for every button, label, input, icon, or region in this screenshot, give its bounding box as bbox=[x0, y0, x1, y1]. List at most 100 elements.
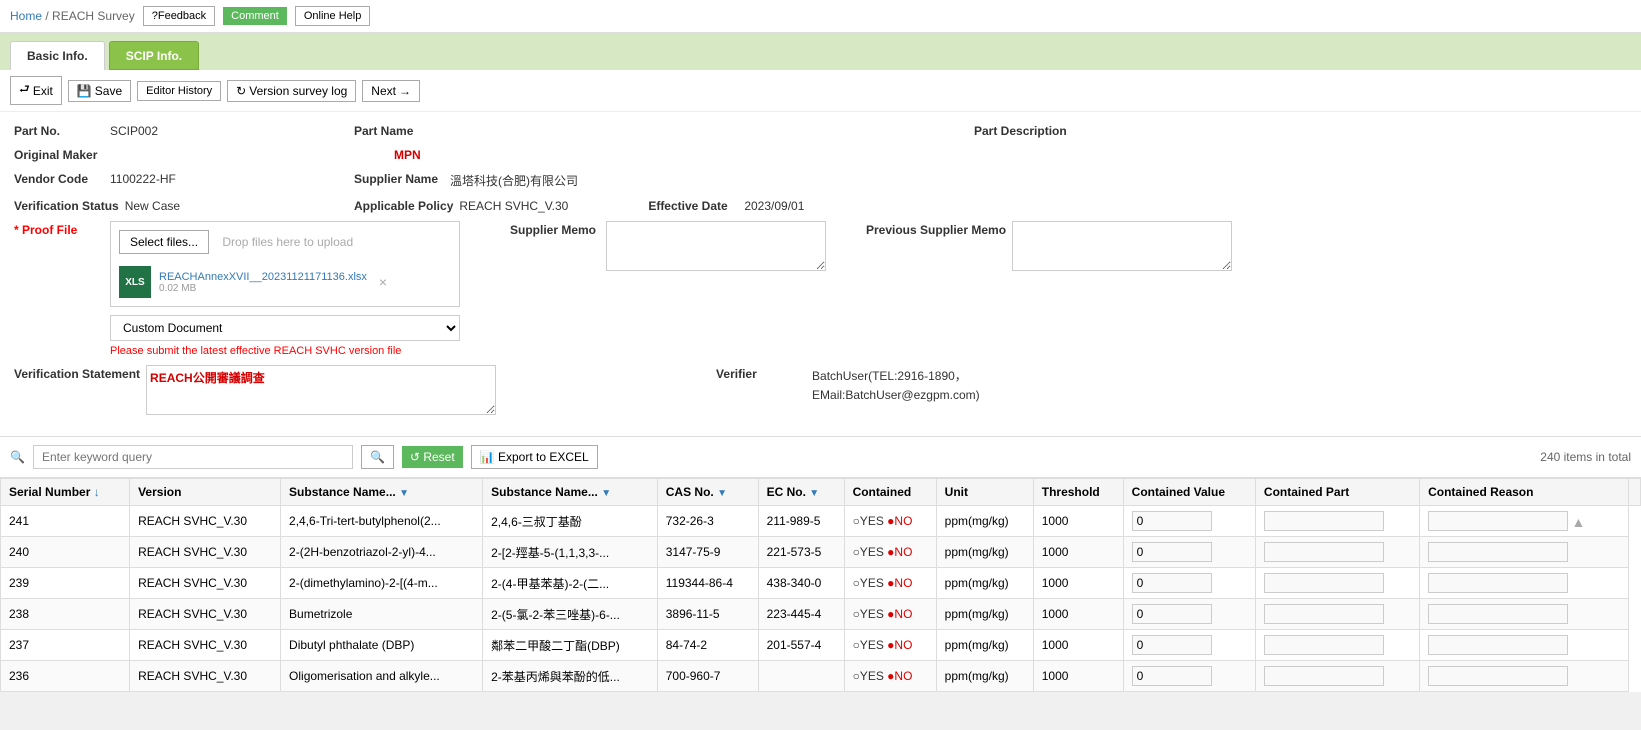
cell-contained-reason[interactable] bbox=[1420, 537, 1629, 568]
mpn-label: MPN bbox=[394, 146, 484, 162]
breadcrumb-home[interactable]: Home bbox=[10, 9, 42, 23]
contained-value-input[interactable] bbox=[1132, 542, 1212, 562]
contained-value-input[interactable] bbox=[1132, 511, 1212, 531]
tab-scip-info[interactable]: SCIP Info. bbox=[109, 41, 199, 70]
supplier-name-value: 溫塔科技(合肥)有限公司 bbox=[450, 170, 578, 189]
cell-contained-reason[interactable] bbox=[1420, 661, 1629, 692]
version-survey-log-button[interactable]: ↻ Version survey log bbox=[227, 80, 356, 102]
table-row: 236 REACH SVHC_V.30 Oligomerisation and … bbox=[1, 661, 1641, 692]
refresh-icon: ↻ bbox=[236, 84, 246, 98]
search-input[interactable] bbox=[33, 445, 353, 469]
vendor-code-value: 1100222-HF bbox=[110, 170, 176, 186]
contained-value-input[interactable] bbox=[1132, 635, 1212, 655]
th-contained-reason: Contained Reason bbox=[1420, 479, 1629, 506]
contained-part-input[interactable] bbox=[1264, 573, 1384, 593]
contained-reason-input[interactable] bbox=[1428, 511, 1568, 531]
verification-status-field: Verification Status New Case bbox=[14, 197, 214, 213]
cell-ec: 438-340-0 bbox=[758, 568, 844, 599]
contained-reason-input[interactable] bbox=[1428, 666, 1568, 686]
contained-part-input[interactable] bbox=[1264, 604, 1384, 624]
cell-contained-reason[interactable] bbox=[1420, 599, 1629, 630]
next-icon: → bbox=[399, 84, 411, 98]
cell-contained-value[interactable] bbox=[1123, 568, 1255, 599]
cell-contained-part[interactable] bbox=[1255, 568, 1419, 599]
th-substance-name-en[interactable]: Substance Name... ▼ bbox=[281, 479, 483, 506]
contained-part-input[interactable] bbox=[1264, 511, 1384, 531]
custom-doc-select[interactable]: Custom Document bbox=[110, 315, 460, 341]
verification-status-value: New Case bbox=[125, 197, 180, 213]
next-button[interactable]: Next → bbox=[362, 80, 420, 102]
contained-value-input[interactable] bbox=[1132, 573, 1212, 593]
th-substance-name-cn[interactable]: Substance Name... ▼ bbox=[483, 479, 658, 506]
exit-button[interactable]: ⮐ Exit bbox=[10, 76, 62, 105]
cell-cas: 732-26-3 bbox=[657, 506, 758, 537]
cell-version: REACH SVHC_V.30 bbox=[130, 630, 281, 661]
cell-contained-part[interactable] bbox=[1255, 599, 1419, 630]
contained-reason-input[interactable] bbox=[1428, 542, 1568, 562]
cell-substance-cn: 2-(5-氯-2-苯三唑基)-6-... bbox=[483, 599, 658, 630]
contained-part-input[interactable] bbox=[1264, 542, 1384, 562]
cell-contained-value[interactable] bbox=[1123, 537, 1255, 568]
sort-icon: ↓ bbox=[94, 485, 100, 499]
verifier-field: Verifier BatchUser(TEL:2916-1890，EMail:B… bbox=[716, 365, 980, 405]
contained-value-input[interactable] bbox=[1132, 666, 1212, 686]
editor-history-button[interactable]: Editor History bbox=[137, 81, 221, 101]
th-cas-no[interactable]: CAS No. ▼ bbox=[657, 479, 758, 506]
th-ec-no[interactable]: EC No. ▼ bbox=[758, 479, 844, 506]
contained-reason-input[interactable] bbox=[1428, 635, 1568, 655]
th-contained-value: Contained Value bbox=[1123, 479, 1255, 506]
cell-contained-value[interactable] bbox=[1123, 630, 1255, 661]
export-button[interactable]: 📊 Export to EXCEL bbox=[471, 445, 598, 469]
cell-contained-reason[interactable] bbox=[1420, 568, 1629, 599]
online-help-button[interactable]: Online Help bbox=[295, 6, 370, 26]
cell-contained-part[interactable] bbox=[1255, 537, 1419, 568]
file-name[interactable]: REACHAnnexXVII__20231121171136.xlsx bbox=[159, 271, 367, 283]
select-files-button[interactable]: Select files... bbox=[119, 230, 209, 254]
scroll-up-icon[interactable]: ▲ bbox=[1571, 514, 1585, 530]
main-content: ⮐ Exit 💾 Save Editor History ↻ Version s… bbox=[0, 70, 1641, 692]
table-row: 239 REACH SVHC_V.30 2-(dimethylamino)-2-… bbox=[1, 568, 1641, 599]
part-no-label: Part No. bbox=[14, 122, 104, 138]
comment-button[interactable]: Comment bbox=[223, 7, 287, 25]
th-version: Version bbox=[130, 479, 281, 506]
cell-contained-part[interactable] bbox=[1255, 506, 1419, 537]
th-unit: Unit bbox=[936, 479, 1033, 506]
cell-contained-reason[interactable] bbox=[1420, 630, 1629, 661]
contained-reason-input[interactable] bbox=[1428, 604, 1568, 624]
proof-file-label: * Proof File bbox=[14, 221, 104, 237]
cell-contained-reason[interactable]: ▲ bbox=[1420, 506, 1629, 537]
cell-threshold: 1000 bbox=[1033, 599, 1123, 630]
custom-doc-row: Custom Document bbox=[110, 315, 460, 341]
prev-supplier-memo-input[interactable] bbox=[1012, 221, 1232, 271]
feedback-button[interactable]: ?Feedback bbox=[143, 6, 215, 26]
cell-unit: ppm(mg/kg) bbox=[936, 506, 1033, 537]
search-button[interactable]: 🔍 bbox=[361, 445, 394, 469]
th-serial-number[interactable]: Serial Number ↓ bbox=[1, 479, 130, 506]
cell-contained-value[interactable] bbox=[1123, 599, 1255, 630]
items-total: 240 items in total bbox=[1540, 450, 1631, 464]
form-row-2: Original Maker MPN bbox=[14, 146, 1627, 162]
cell-contained: ○YES ●NO bbox=[844, 661, 936, 692]
contained-part-input[interactable] bbox=[1264, 666, 1384, 686]
cell-substance-cn: 2-(4-甲基苯基)-2-(二... bbox=[483, 568, 658, 599]
file-remove-button[interactable]: × bbox=[379, 274, 387, 290]
th-threshold: Threshold bbox=[1033, 479, 1123, 506]
tab-basic-info[interactable]: Basic Info. bbox=[10, 41, 105, 70]
cell-contained-value[interactable] bbox=[1123, 661, 1255, 692]
cell-contained-part[interactable] bbox=[1255, 630, 1419, 661]
cell-version: REACH SVHC_V.30 bbox=[130, 537, 281, 568]
contained-value-input[interactable] bbox=[1132, 604, 1212, 624]
contained-part-input[interactable] bbox=[1264, 635, 1384, 655]
cell-contained-value[interactable] bbox=[1123, 506, 1255, 537]
reset-button[interactable]: ↺ Reset bbox=[402, 446, 463, 468]
supplier-name-field: Supplier Name 溫塔科技(合肥)有限公司 bbox=[354, 170, 578, 189]
cell-contained-part[interactable] bbox=[1255, 661, 1419, 692]
file-upload-area: Select files... Drop files here to uploa… bbox=[110, 221, 460, 307]
verification-statement-input[interactable] bbox=[146, 365, 496, 415]
contained-reason-input[interactable] bbox=[1428, 573, 1568, 593]
supplier-memo-input[interactable] bbox=[606, 221, 826, 271]
reset-icon: ↺ bbox=[410, 450, 420, 464]
cell-ec: 211-989-5 bbox=[758, 506, 844, 537]
cell-contained: ○YES ●NO bbox=[844, 568, 936, 599]
save-button[interactable]: 💾 Save bbox=[68, 80, 131, 102]
